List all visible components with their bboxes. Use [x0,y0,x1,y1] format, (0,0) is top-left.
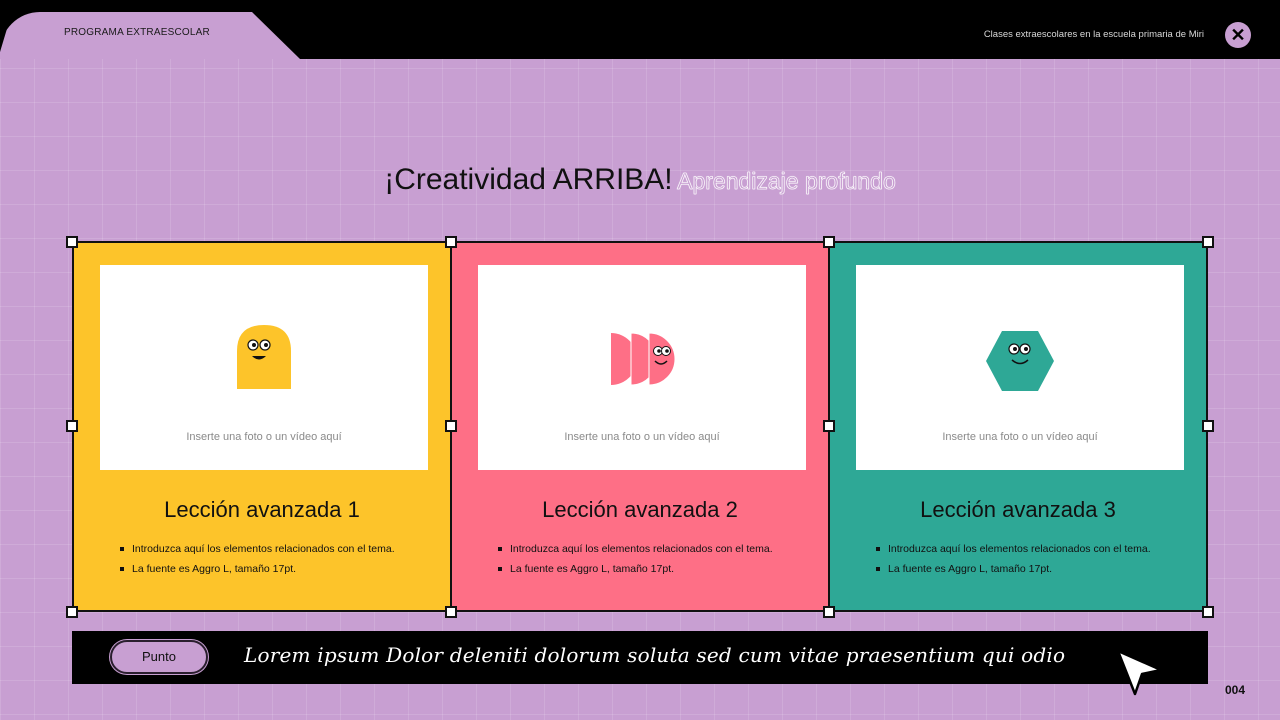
media-placeholder[interactable]: Inserte una foto o un vídeo aquí [478,265,806,470]
resize-handle-bottom-left[interactable] [66,606,78,618]
resize-handle-middle[interactable] [823,420,835,432]
bullet-list: Introduzca aquí los elementos relacionad… [876,543,1151,583]
bullet-item: La fuente es Aggro L, tamaño 17pt. [120,563,395,575]
card-title: Lección avanzada 1 [164,497,360,522]
footer-text: Lorem ipsum Dolor deleniti dolorum solut… [244,643,1066,667]
bullet-list: Introduzca aquí los elementos relacionad… [498,543,773,583]
bullet-item: Introduzca aquí los elementos relacionad… [876,543,1151,555]
media-label: Inserte una foto o un vídeo aquí [186,431,342,443]
page-number: 004 [1225,683,1246,697]
teal-hexagon-mascot-icon [986,331,1054,391]
bullet-item: Introduzca aquí los elementos relacionad… [498,543,773,555]
bullet-list: Introduzca aquí los elementos relacionad… [120,543,395,583]
tab-label: PROGRAMA EXTRAESCOLAR [64,27,210,38]
lesson-cards[interactable]: Inserte una foto o un vídeo aquí Lección… [72,241,1208,612]
yellow-blob-mascot-icon [237,325,291,389]
lesson-card-1[interactable]: Inserte una foto o un vídeo aquí Lección… [74,243,452,610]
resize-handle-bottom-right[interactable] [1202,606,1214,618]
page-title: ¡Creatividad ARRIBA! Aprendizaje profund… [0,163,1280,197]
bullet-item: La fuente es Aggro L, tamaño 17pt. [876,563,1151,575]
media-placeholder[interactable]: Inserte una foto o un vídeo aquí [856,265,1184,470]
pink-semicircles-mascot-icon [611,332,675,386]
resize-handle-left[interactable] [66,420,78,432]
bullet-item: Introduzca aquí los elementos relacionad… [120,543,395,555]
lesson-card-3[interactable]: Inserte una foto o un vídeo aquí Lección… [830,243,1206,610]
resize-handle-top[interactable] [823,236,835,248]
lesson-card-2[interactable]: Inserte una foto o un vídeo aquí Lección… [452,243,830,610]
title-main: ¡Creatividad ARRIBA! [384,163,673,196]
close-button[interactable]: ✕ [1225,22,1251,48]
media-label: Inserte una foto o un vídeo aquí [942,431,1098,443]
resize-handle-middle[interactable] [445,420,457,432]
bullet-item: La fuente es Aggro L, tamaño 17pt. [498,563,773,575]
resize-handle-top-left[interactable] [66,236,78,248]
title-sub: Aprendizaje profundo [677,168,896,195]
media-label: Inserte una foto o un vídeo aquí [564,431,720,443]
card-title: Lección avanzada 2 [542,497,738,522]
point-button[interactable]: Punto [110,640,208,674]
card-title: Lección avanzada 3 [920,497,1116,522]
resize-handle-bottom[interactable] [445,606,457,618]
header-subtitle: Clases extraescolares en la escuela prim… [983,29,1204,40]
resize-handle-bottom[interactable] [823,606,835,618]
resize-handle-top[interactable] [445,236,457,248]
media-placeholder[interactable]: Inserte una foto o un vídeo aquí [100,265,428,470]
resize-handle-top-right[interactable] [1202,236,1214,248]
footer-strip: Punto Lorem ipsum Dolor deleniti dolorum… [72,631,1208,684]
resize-handle-right[interactable] [1202,420,1214,432]
cursor-arrow-icon [1116,649,1163,696]
